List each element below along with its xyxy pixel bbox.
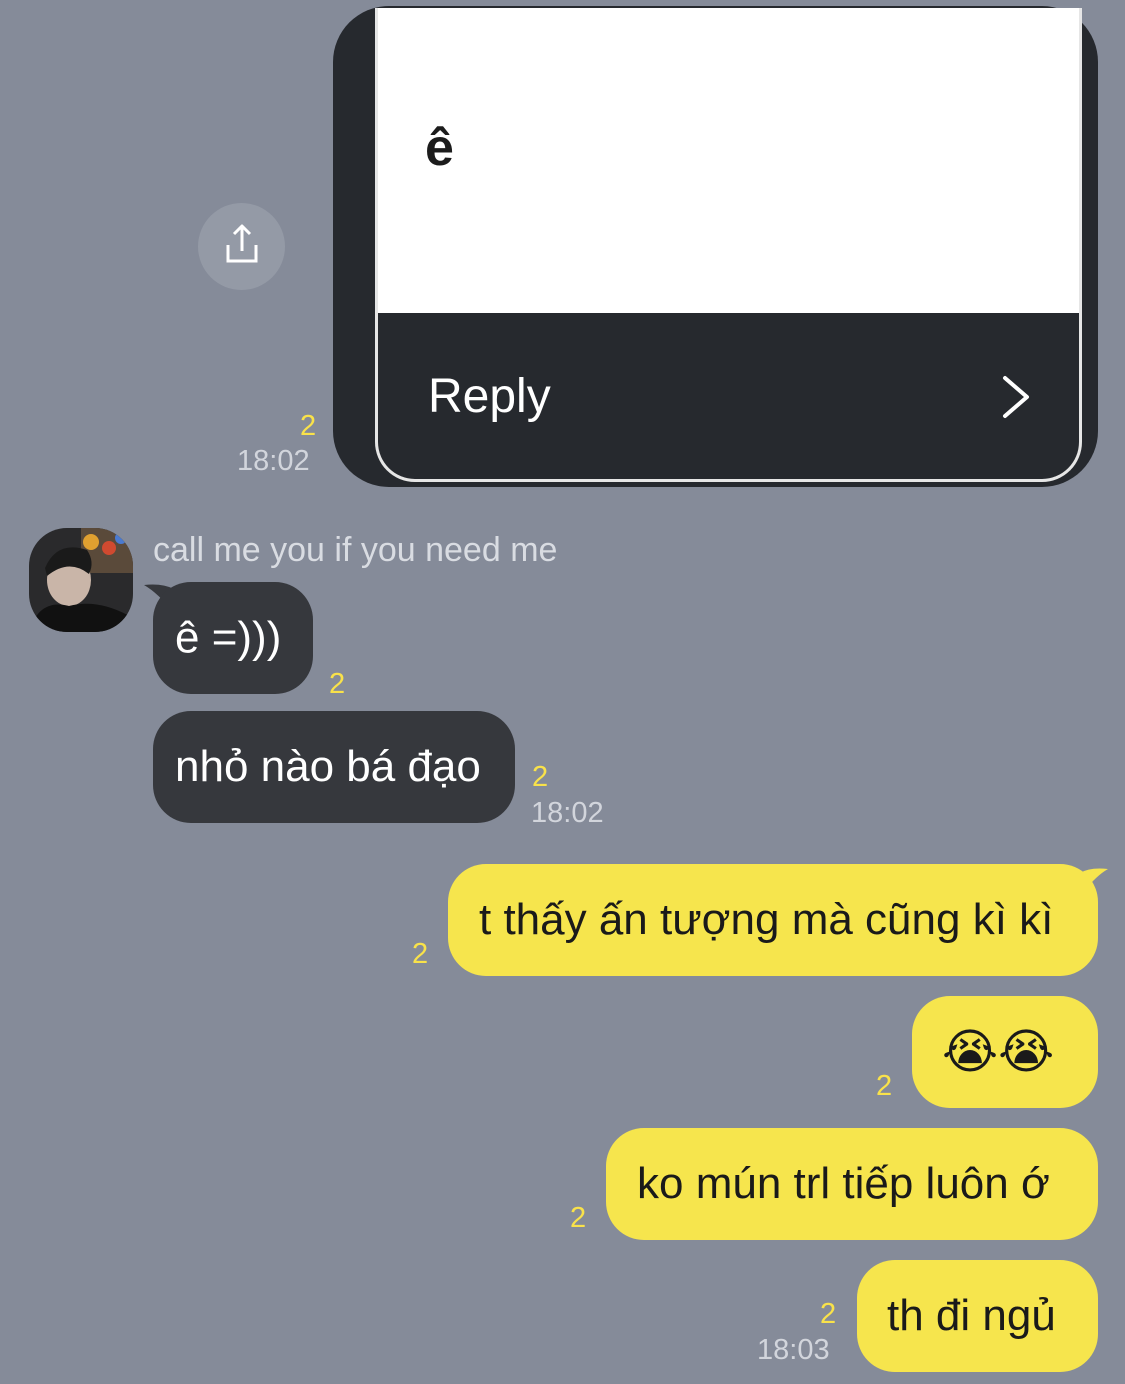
reply-label: Reply — [428, 370, 551, 423]
sender-name: call me you if you need me — [153, 531, 558, 569]
avatar[interactable] — [29, 528, 133, 632]
unread-count: 2 — [300, 410, 317, 442]
message-bubble-outgoing[interactable]: t thấy ấn tượng mà cũng kì kì — [448, 864, 1098, 976]
share-icon — [222, 223, 262, 270]
unread-count: 2 — [412, 938, 429, 970]
unread-count: 2 — [876, 1070, 893, 1102]
shared-card-text: ê — [425, 119, 454, 177]
share-button[interactable] — [198, 203, 285, 290]
message-bubble-outgoing[interactable]: th đi ngủ — [857, 1260, 1098, 1372]
unread-count: 2 — [570, 1202, 587, 1234]
unread-count: 2 — [820, 1298, 837, 1330]
message-bubble-incoming[interactable]: ê =))) — [153, 582, 313, 694]
unread-count: 2 — [329, 668, 346, 700]
timestamp: 18:02 — [531, 797, 604, 829]
timestamp: 18:02 — [237, 445, 310, 477]
message-text: nhỏ nào bá đạo — [175, 742, 481, 791]
chevron-right-icon — [1001, 375, 1031, 424]
message-bubble-outgoing[interactable]: ko mún trl tiếp luôn ớ — [606, 1128, 1098, 1240]
message-bubble-incoming[interactable]: nhỏ nào bá đạo — [153, 711, 515, 823]
message-text: ko mún trl tiếp luôn ớ — [637, 1159, 1050, 1208]
message-text: t thấy ấn tượng mà cũng kì kì — [479, 895, 1054, 944]
timestamp: 18:03 — [757, 1334, 830, 1366]
unread-count: 2 — [532, 761, 549, 793]
message-text: th đi ngủ — [887, 1291, 1056, 1340]
shared-card-body: Reply — [375, 8, 1082, 482]
message-bubble-outgoing[interactable]: 😭😭 — [912, 996, 1098, 1108]
message-text: 😭😭 — [942, 1026, 1055, 1079]
message-text: ê =))) — [175, 613, 282, 662]
reply-bar[interactable]: Reply — [378, 313, 1079, 479]
